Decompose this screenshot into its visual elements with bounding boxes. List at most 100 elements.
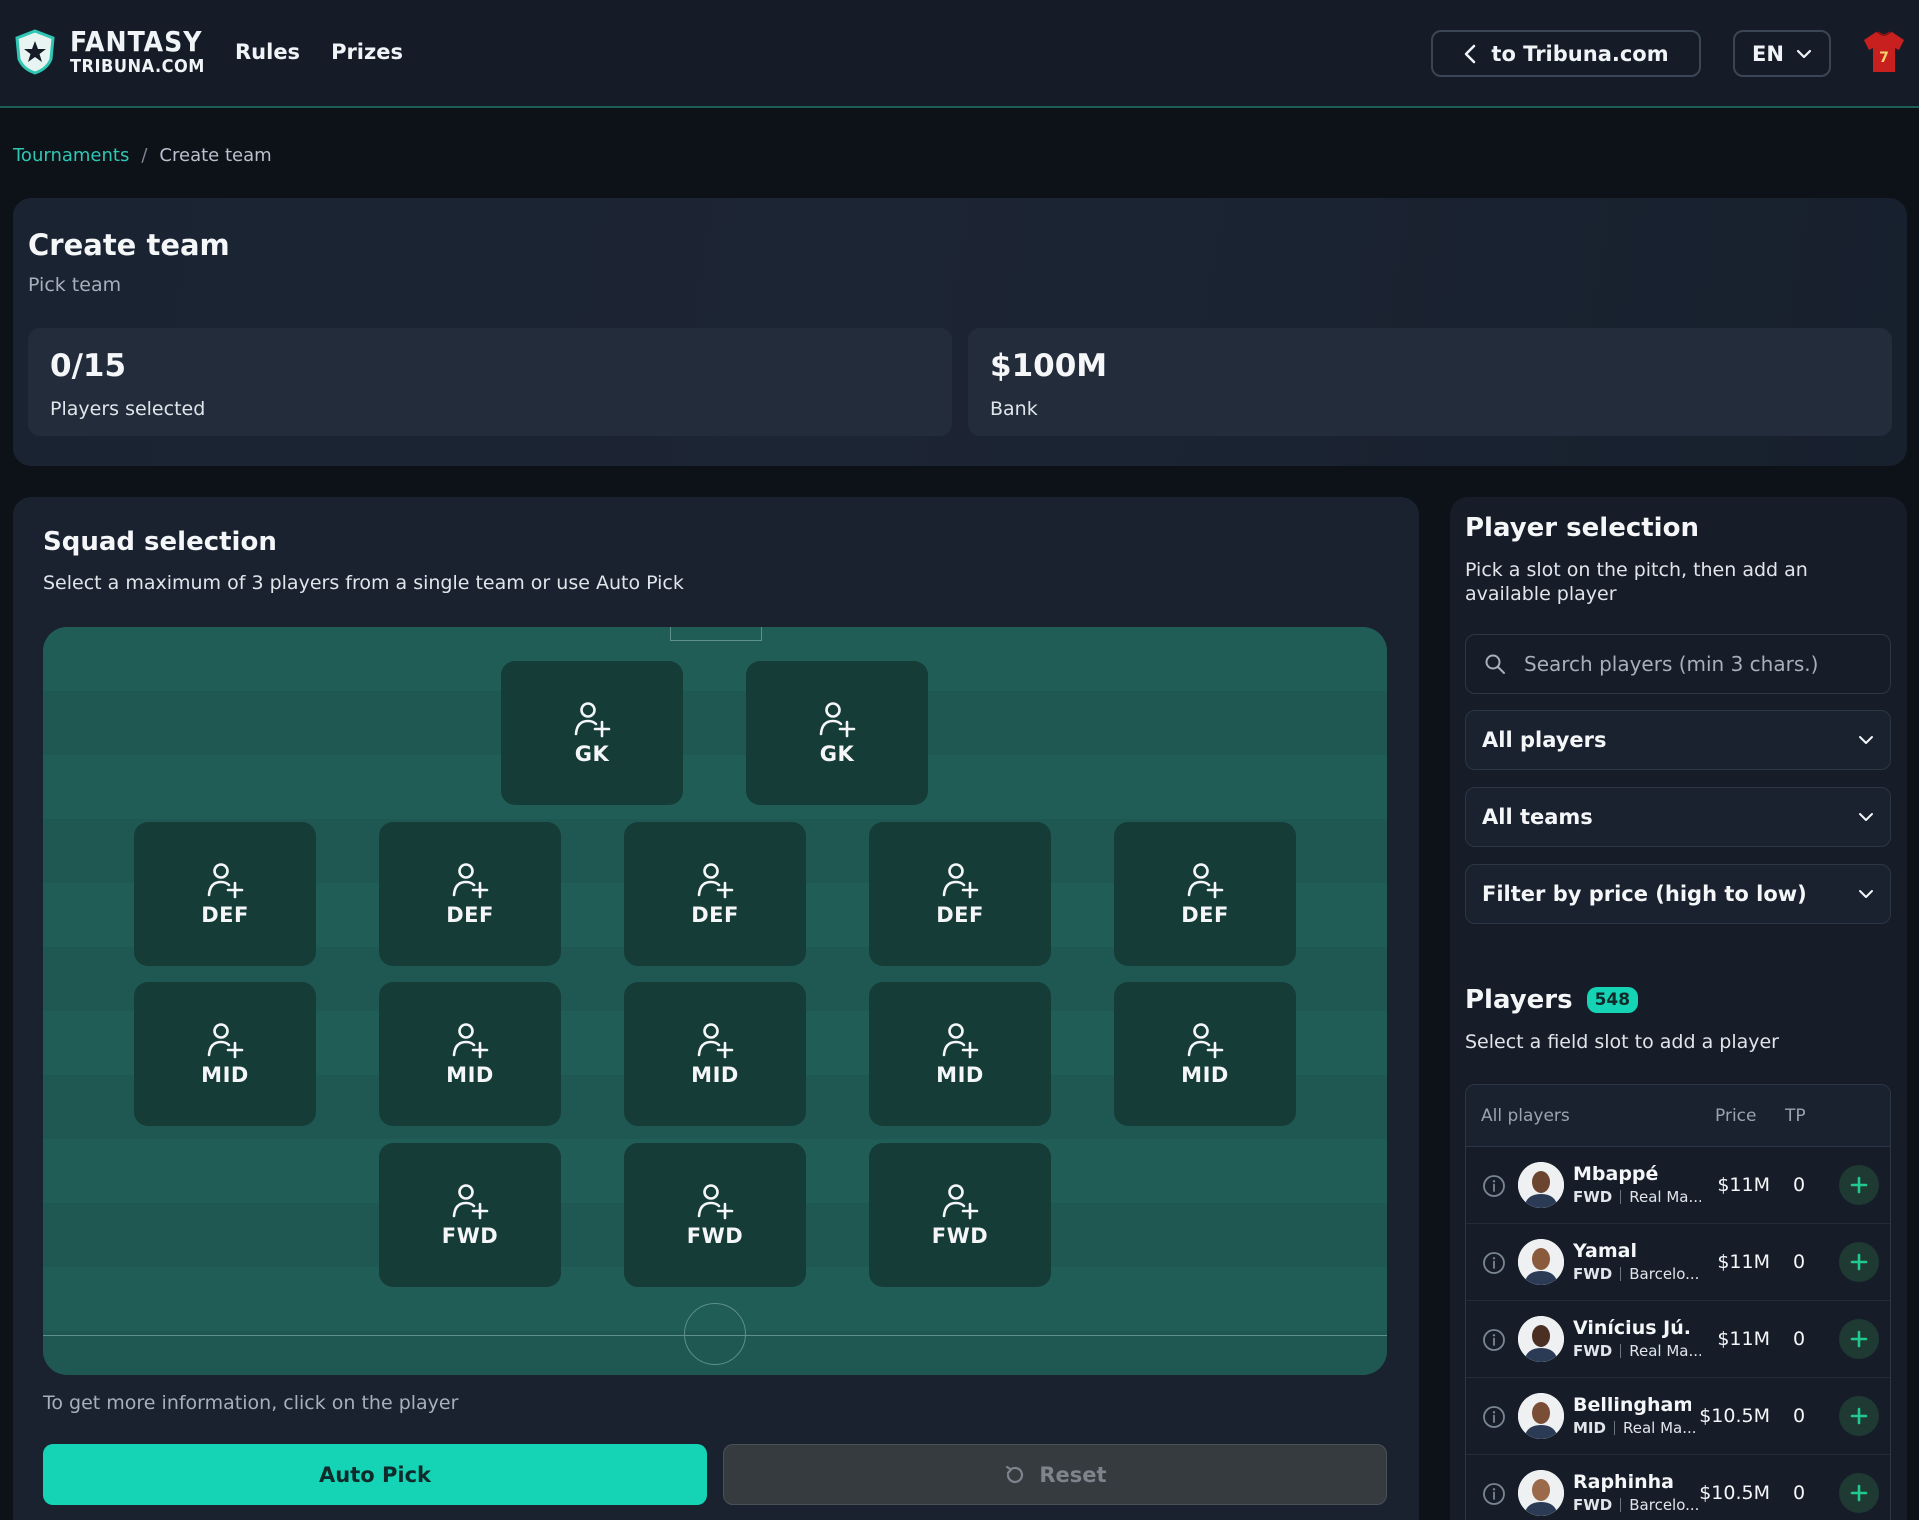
language-select[interactable]: EN xyxy=(1733,30,1831,77)
add-player-button[interactable] xyxy=(1839,1242,1879,1282)
filter-teams-select[interactable]: All teams xyxy=(1465,787,1891,847)
pitch: GK GK DEF DEF DEF DEF DEF MID MID MID MI… xyxy=(43,627,1387,1375)
plus-icon xyxy=(1850,1484,1868,1502)
chevron-down-icon xyxy=(1796,49,1812,58)
search-input[interactable] xyxy=(1524,652,1864,676)
slot-mid-4[interactable]: MID xyxy=(869,982,1051,1126)
slot-def-2[interactable]: DEF xyxy=(379,822,561,966)
breadcrumb-tournaments[interactable]: Tournaments xyxy=(13,145,129,166)
table-row[interactable]: Bellingham MID Real Ma... $10.5M 0 xyxy=(1466,1378,1890,1455)
player-club: Real Ma... xyxy=(1629,1188,1702,1206)
player-total-points: 0 xyxy=(1793,1405,1806,1427)
chevron-left-icon xyxy=(1465,44,1476,63)
info-icon[interactable] xyxy=(1482,1251,1506,1275)
nav-rules[interactable]: Rules xyxy=(235,40,300,64)
add-player-button[interactable] xyxy=(1839,1165,1879,1205)
plus-icon xyxy=(1850,1330,1868,1348)
table-row[interactable]: Vinícius Jú... FWD Real Ma... $11M 0 xyxy=(1466,1301,1890,1378)
player-selection-panel: Player selection Pick a slot on the pitc… xyxy=(1450,497,1907,1520)
player-face xyxy=(1532,1325,1550,1347)
auto-pick-button[interactable]: Auto Pick xyxy=(43,1444,707,1505)
filter-players-select[interactable]: All players xyxy=(1465,710,1891,770)
bank-label: Bank xyxy=(990,398,1038,420)
column-header-price[interactable]: Price xyxy=(1715,1106,1756,1126)
slot-mid-2[interactable]: MID xyxy=(379,982,561,1126)
column-header-tp[interactable]: TP xyxy=(1785,1106,1806,1126)
add-player-icon xyxy=(452,1023,489,1059)
table-row[interactable]: Raphinha FWD Barcelo... $10.5M 0 xyxy=(1466,1455,1890,1520)
player-name[interactable]: Bellingham xyxy=(1573,1394,1691,1416)
breadcrumb-current: Create team xyxy=(159,145,272,166)
table-row[interactable]: Mbappé FWD Real Ma... $11M 0 xyxy=(1466,1147,1890,1224)
player-photo[interactable] xyxy=(1518,1162,1564,1208)
player-name[interactable]: Vinícius Jú... xyxy=(1573,1317,1691,1339)
player-name[interactable]: Yamal xyxy=(1573,1240,1691,1262)
add-player-icon xyxy=(942,1184,979,1220)
slot-mid-1[interactable]: MID xyxy=(134,982,316,1126)
table-row[interactable]: Yamal FWD Barcelo... $11M 0 xyxy=(1466,1224,1890,1301)
auto-pick-label: Auto Pick xyxy=(319,1462,431,1487)
language-label: EN xyxy=(1752,41,1784,66)
slot-gk-2[interactable]: GK xyxy=(746,661,928,805)
search-icon xyxy=(1485,654,1505,674)
players-selected-card: 0/15 Players selected xyxy=(28,328,952,436)
slot-position-label: DEF xyxy=(1181,903,1229,927)
player-meta: FWD Real Ma... xyxy=(1573,1188,1701,1206)
player-photo[interactable] xyxy=(1518,1470,1564,1516)
player-photo[interactable] xyxy=(1518,1316,1564,1362)
info-icon[interactable] xyxy=(1482,1482,1506,1506)
add-player-icon xyxy=(1187,1023,1224,1059)
fantasy-logo[interactable]: FANTASY TRIBUNA.COM xyxy=(14,28,205,76)
chevron-down-icon xyxy=(1859,890,1873,898)
filter-price-select[interactable]: Filter by price (high to low) xyxy=(1465,864,1891,924)
breadcrumb-separator: / xyxy=(141,145,148,166)
slot-def-5[interactable]: DEF xyxy=(1114,822,1296,966)
slot-fwd-3[interactable]: FWD xyxy=(869,1143,1051,1287)
slot-position-label: MID xyxy=(201,1063,249,1087)
player-price: $11M xyxy=(1717,1328,1770,1350)
slot-def-4[interactable]: DEF xyxy=(869,822,1051,966)
user-shirt-number: 7 xyxy=(1879,50,1889,66)
reset-label: Reset xyxy=(1039,1462,1107,1487)
back-to-tribuna-button[interactable]: to Tribuna.com xyxy=(1431,30,1701,77)
player-club: Barcelo... xyxy=(1629,1496,1700,1514)
add-player-button[interactable] xyxy=(1839,1473,1879,1513)
slot-position-label: GK xyxy=(574,742,610,766)
user-shirt-icon[interactable]: 7 xyxy=(1862,28,1906,76)
slot-position-label: FWD xyxy=(931,1224,989,1248)
page-title: Create team xyxy=(28,228,230,262)
players-table-body: Mbappé FWD Real Ma... $11M 0 Yamal FWD Barcelo.… xyxy=(1466,1147,1890,1520)
player-price: $10.5M xyxy=(1699,1482,1770,1504)
reset-icon xyxy=(1006,1465,1024,1483)
column-header-name[interactable]: All players xyxy=(1481,1106,1570,1126)
info-icon[interactable] xyxy=(1482,1405,1506,1429)
slot-def-3[interactable]: DEF xyxy=(624,822,806,966)
slot-def-1[interactable]: DEF xyxy=(134,822,316,966)
player-position: FWD xyxy=(1573,1188,1613,1206)
player-name[interactable]: Mbappé xyxy=(1573,1163,1691,1185)
slot-position-label: DEF xyxy=(691,903,739,927)
info-icon[interactable] xyxy=(1482,1328,1506,1352)
add-player-button[interactable] xyxy=(1839,1396,1879,1436)
filter-teams-value: All teams xyxy=(1482,805,1593,829)
player-search[interactable] xyxy=(1465,634,1891,694)
reset-button[interactable]: Reset xyxy=(723,1444,1387,1505)
slot-fwd-1[interactable]: FWD xyxy=(379,1143,561,1287)
slot-position-label: MID xyxy=(1181,1063,1229,1087)
slot-mid-5[interactable]: MID xyxy=(1114,982,1296,1126)
info-icon[interactable] xyxy=(1482,1174,1506,1198)
create-team-panel: Create team Pick team 0/15 Players selec… xyxy=(13,198,1907,466)
slot-fwd-2[interactable]: FWD xyxy=(624,1143,806,1287)
player-photo[interactable] xyxy=(1518,1393,1564,1439)
player-photo[interactable] xyxy=(1518,1239,1564,1285)
player-position: MID xyxy=(1573,1419,1606,1437)
pitch-goal-box xyxy=(670,627,762,641)
slot-mid-3[interactable]: MID xyxy=(624,982,806,1126)
top-header: FANTASY TRIBUNA.COM Rules Prizes to Trib… xyxy=(0,0,1919,108)
player-name[interactable]: Raphinha xyxy=(1573,1471,1691,1493)
add-player-button[interactable] xyxy=(1839,1319,1879,1359)
slot-gk-1[interactable]: GK xyxy=(501,661,683,805)
nav-prizes[interactable]: Prizes xyxy=(331,40,403,64)
plus-icon xyxy=(1850,1407,1868,1425)
add-player-icon xyxy=(819,702,856,738)
